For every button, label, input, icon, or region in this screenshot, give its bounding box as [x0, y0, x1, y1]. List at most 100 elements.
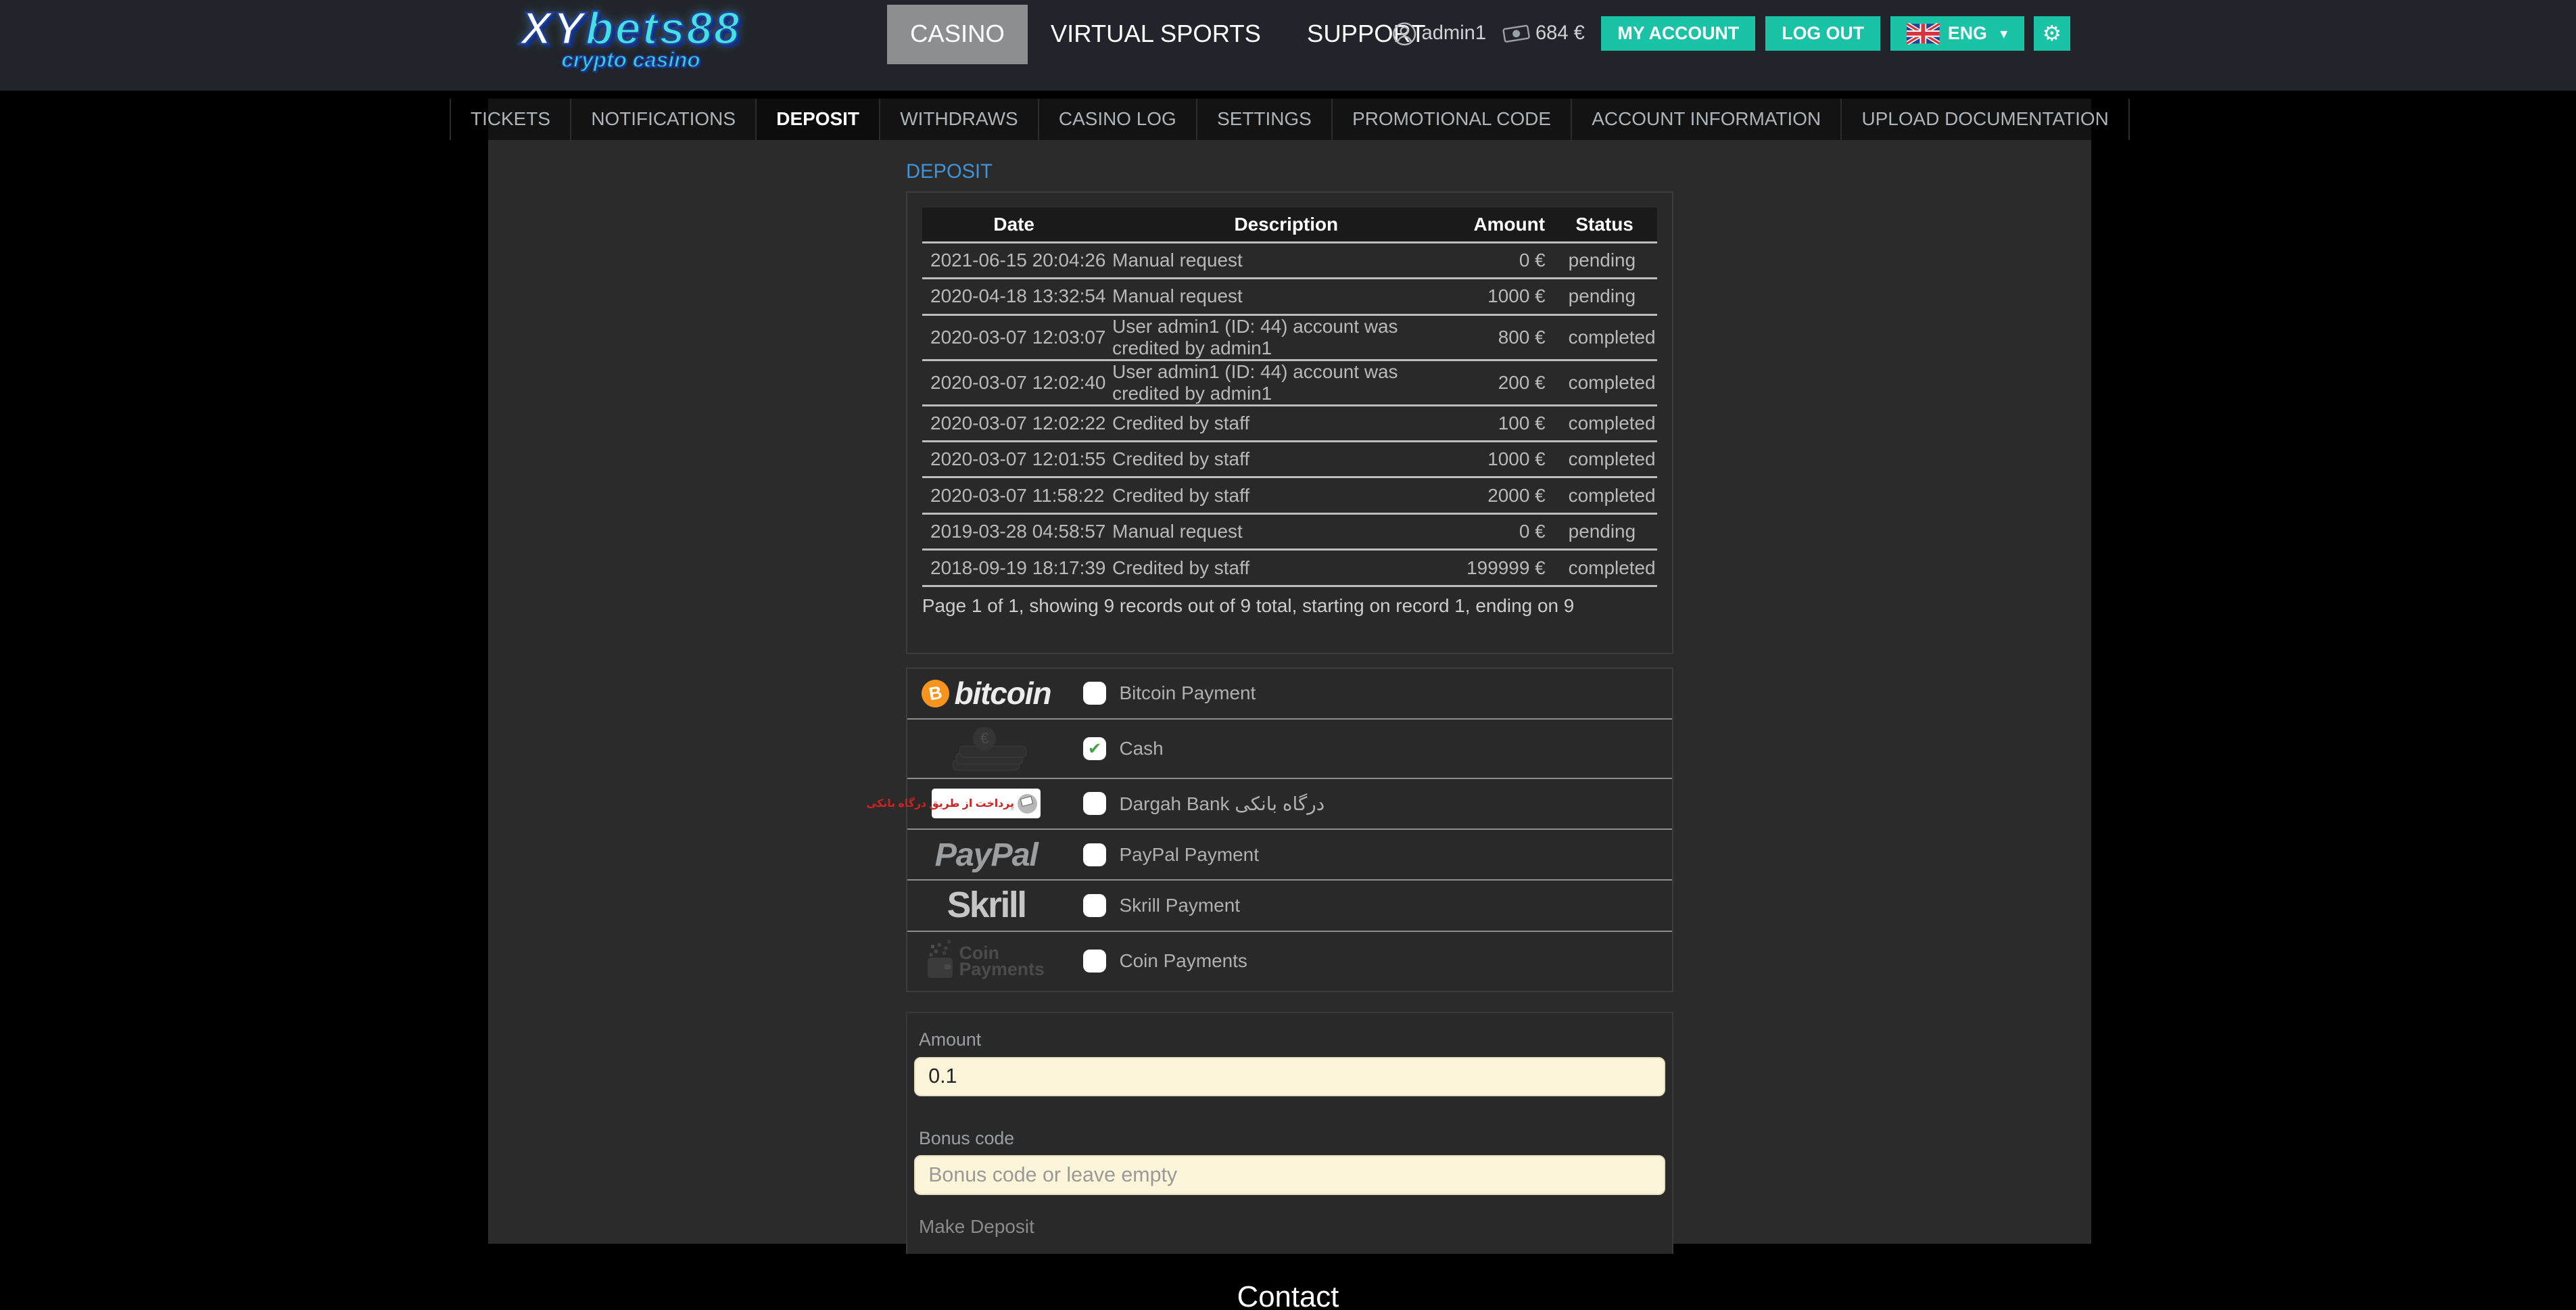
tab-promotional-code[interactable]: PROMOTIONAL CODE	[1331, 99, 1571, 140]
dargah-checkbox[interactable]	[1083, 792, 1106, 815]
deposit-form-panel: Amount Bonus code Make Deposit	[906, 1012, 1673, 1259]
pagination-status: Page 1 of 1, showing 9 records out of 9 …	[922, 595, 1657, 617]
deposit-history-panel: Date Description Amount Status 2021-06-1…	[906, 191, 1673, 654]
tab-deposit[interactable]: DEPOSIT	[755, 99, 879, 140]
payment-label: Coin Payments	[1119, 950, 1247, 972]
balance-value: 684 €	[1535, 22, 1585, 45]
deposit-content: DEPOSIT Date Description Amount Status 2…	[906, 161, 1673, 1259]
site-logo[interactable]: XYbets88 crypto casino	[498, 5, 764, 72]
settings-button[interactable]: ⚙	[2034, 16, 2070, 51]
bonus-code-input[interactable]	[914, 1155, 1665, 1194]
cell-amount: 2000 €	[1466, 477, 1552, 513]
payment-row-paypal: PayPal PayPal Payment	[907, 830, 1672, 881]
coinpayments-logo: CoinPayments	[914, 945, 1059, 978]
payment-methods-panel: Bbitcoin Bitcoin Payment € ✔ Cash	[906, 668, 1673, 992]
payment-label: PayPal Payment	[1119, 844, 1259, 866]
payment-row-dargah: پرداخت از طریق درگاه بانکی Dargah Bank د…	[907, 779, 1672, 830]
cell-date: 2020-03-07 12:03:07	[922, 314, 1106, 360]
bonus-code-label: Bonus code	[919, 1128, 1665, 1149]
chevron-down-icon: ▾	[2000, 25, 2007, 43]
logo-part-88: 88	[686, 3, 741, 54]
table-row: 2020-03-07 12:01:55Credited by staff1000…	[922, 441, 1657, 477]
table-row: 2020-03-07 12:03:07User admin1 (ID: 44) …	[922, 314, 1657, 360]
cell-description: User admin1 (ID: 44) account was credite…	[1105, 360, 1466, 405]
tab-notifications[interactable]: NOTIFICATIONS	[570, 99, 755, 140]
tab-tickets[interactable]: TICKETS	[450, 99, 570, 140]
language-selector[interactable]: ENG ▾	[1890, 16, 2024, 51]
cell-amount: 199999 €	[1466, 550, 1552, 586]
tab-account-information[interactable]: ACCOUNT INFORMATION	[1571, 99, 1840, 140]
cell-date: 2020-03-07 12:02:22	[922, 405, 1106, 441]
user-chip: admin1	[1392, 22, 1486, 46]
cell-date: 2020-04-18 13:32:54	[922, 279, 1106, 314]
main-nav: CASINO VIRTUAL SPORTS SUPPORT	[887, 5, 1448, 64]
col-status: Status	[1552, 208, 1657, 242]
cell-description: Credited by staff	[1105, 405, 1466, 441]
cell-amount: 1000 €	[1466, 279, 1552, 314]
uk-flag-icon	[1907, 23, 1940, 45]
coinpayments-checkbox[interactable]	[1083, 950, 1106, 973]
cell-description: Credited by staff	[1105, 441, 1466, 477]
gear-icon: ⚙	[2043, 21, 2061, 46]
cell-status: completed	[1552, 314, 1657, 360]
payment-row-skrill: Skrill Skrill Payment	[907, 881, 1672, 931]
cell-description: User admin1 (ID: 44) account was credite…	[1105, 314, 1466, 360]
cell-date: 2020-03-07 12:02:40	[922, 360, 1106, 405]
logo-part-xy: XY	[521, 3, 586, 54]
account-nav: TICKETS NOTIFICATIONS DEPOSIT WITHDRAWS …	[488, 99, 2091, 140]
top-header: XYbets88 crypto casino CASINO VIRTUAL SP…	[0, 0, 2576, 91]
main-wrapper: TICKETS NOTIFICATIONS DEPOSIT WITHDRAWS …	[488, 99, 2091, 1244]
col-description: Description	[1105, 208, 1466, 242]
banknote-icon	[1502, 23, 1530, 45]
my-account-button[interactable]: MY ACCOUNT	[1601, 16, 1755, 51]
contact-heading: Contact	[0, 1254, 2576, 1310]
paypal-checkbox[interactable]	[1083, 843, 1106, 866]
tab-withdraws[interactable]: WITHDRAWS	[879, 99, 1038, 140]
cell-status: completed	[1552, 441, 1657, 477]
cell-amount: 0 €	[1466, 242, 1552, 278]
cell-status: pending	[1552, 513, 1657, 549]
cell-date: 2020-03-07 12:01:55	[922, 441, 1106, 477]
cash-icon: €	[940, 727, 1032, 770]
cell-status: completed	[1552, 477, 1657, 513]
make-deposit-button[interactable]: Make Deposit	[919, 1216, 1034, 1238]
payment-row-bitcoin: Bbitcoin Bitcoin Payment	[907, 669, 1672, 720]
nav-virtual-sports[interactable]: VIRTUAL SPORTS	[1028, 5, 1284, 64]
skrill-checkbox[interactable]	[1083, 894, 1106, 917]
payment-row-cash: € ✔ Cash	[907, 720, 1672, 778]
balance-chip: 684 €	[1502, 22, 1585, 45]
page: XYbets88 crypto casino CASINO VIRTUAL SP…	[0, 0, 2576, 1310]
amount-input[interactable]	[914, 1057, 1665, 1096]
wallet-icon	[928, 958, 952, 977]
cell-amount: 100 €	[1466, 405, 1552, 441]
cell-date: 2019-03-28 04:58:57	[922, 513, 1106, 549]
table-row: 2018-09-19 18:17:39Credited by staff1999…	[922, 550, 1657, 586]
log-out-button[interactable]: LOG OUT	[1765, 16, 1880, 51]
bitcoin-logo: Bbitcoin	[914, 675, 1059, 711]
cell-description: Manual request	[1105, 279, 1466, 314]
logo-part-bets: bets	[586, 3, 687, 54]
col-amount: Amount	[1466, 208, 1552, 242]
tab-settings[interactable]: SETTINGS	[1196, 99, 1331, 140]
user-icon	[1392, 22, 1416, 46]
paypal-logo: PayPal	[935, 836, 1038, 874]
table-row: 2019-03-28 04:58:57Manual request0 €pend…	[922, 513, 1657, 549]
dargah-logo: پرداخت از طریق درگاه بانکی	[914, 789, 1059, 818]
payment-label: Skrill Payment	[1119, 895, 1240, 916]
cash-checkbox[interactable]: ✔	[1083, 737, 1106, 760]
tab-upload-documentation[interactable]: UPLOAD DOCUMENTATION	[1840, 99, 2130, 140]
nav-casino[interactable]: CASINO	[887, 5, 1028, 64]
table-row: 2020-03-07 12:02:22Credited by staff100 …	[922, 405, 1657, 441]
cell-amount: 800 €	[1466, 314, 1552, 360]
cell-description: Credited by staff	[1105, 550, 1466, 586]
cell-status: pending	[1552, 242, 1657, 278]
cell-amount: 0 €	[1466, 513, 1552, 549]
bitcoin-checkbox[interactable]	[1083, 682, 1106, 705]
tab-casino-log[interactable]: CASINO LOG	[1038, 99, 1196, 140]
cash-logo: €	[914, 727, 1059, 770]
logo-title: XYbets88	[498, 5, 764, 52]
table-row: 2020-03-07 11:58:22Credited by staff2000…	[922, 477, 1657, 513]
skrill-logo: Skrill	[947, 885, 1026, 926]
table-row: 2020-04-18 13:32:54Manual request1000 €p…	[922, 279, 1657, 314]
cell-date: 2021-06-15 20:04:26	[922, 242, 1106, 278]
